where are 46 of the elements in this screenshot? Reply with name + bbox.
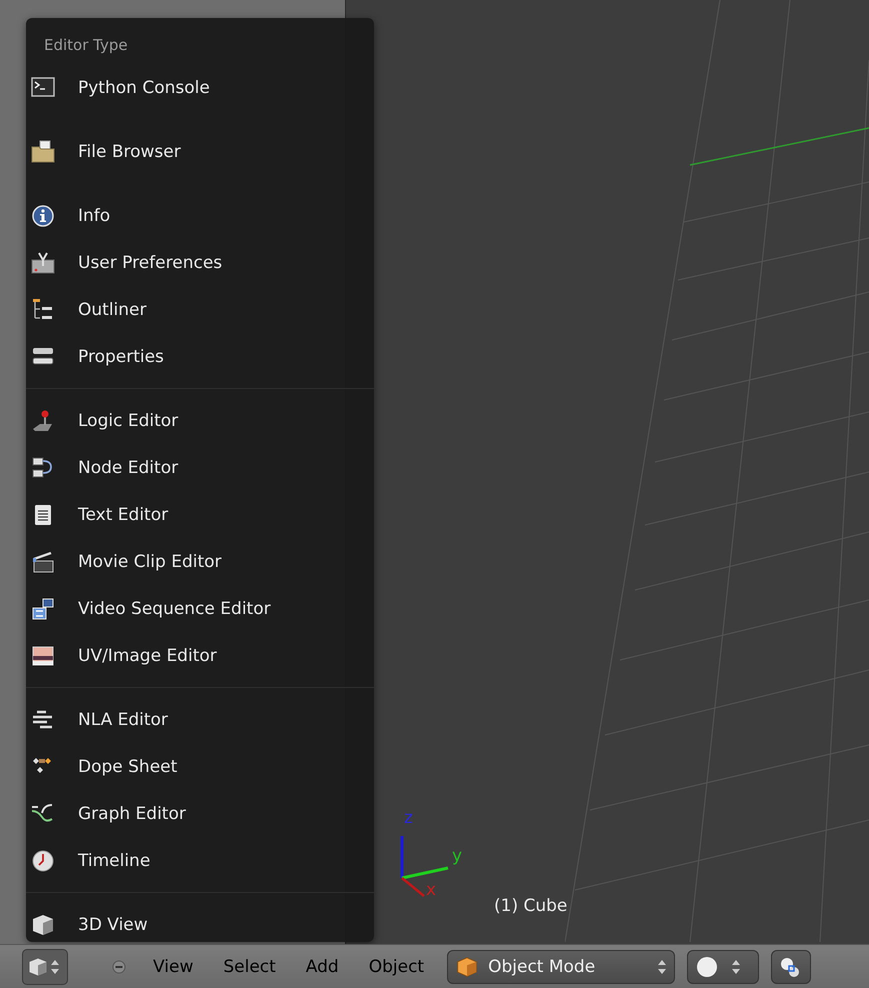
menu-item[interactable]: 3D View [26,901,374,944]
menu-item[interactable]: Text Editor [26,491,374,538]
pivot-icon [780,956,800,978]
shading-dropdown[interactable] [687,950,760,984]
menu-item[interactable]: Outliner [26,286,374,333]
folder-icon [30,138,56,164]
menu-item[interactable]: Graph Editor [26,790,374,837]
menu-item[interactable]: User Preferences [26,239,374,286]
menu-item[interactable]: File Browser [26,128,374,175]
menu-item[interactable]: Python Console [26,64,374,111]
pivot-dropdown[interactable] [771,950,812,984]
preferences-icon [30,250,56,276]
clock-icon [30,848,56,874]
z-axis-line [400,836,404,878]
cube-icon [27,956,49,978]
cube-icon [456,956,478,978]
collapse-icon[interactable] [112,960,126,974]
header-menu[interactable]: Object [354,956,440,976]
mode-dropdown[interactable]: Object Mode [447,950,676,984]
menu-item[interactable]: Info [26,192,374,239]
y-axis-line [402,866,448,880]
x-axis-line [401,877,425,897]
x-axis-label: x [426,882,436,899]
up-down-arrows-icon [51,958,59,974]
editor-type-button[interactable] [22,948,68,984]
header-menu[interactable]: Select [208,956,291,976]
up-down-arrows-icon [732,958,740,974]
z-axis-label: z [404,810,413,827]
film-icon [30,596,56,622]
header-menu[interactable]: Add [290,956,354,976]
menu-item[interactable]: Properties [26,333,374,380]
menu-title: Editor Type [43,35,129,56]
sphere-icon [696,956,718,978]
menu-item[interactable]: Dope Sheet [26,743,374,790]
up-down-arrows-icon [658,958,666,974]
active-object-label: (1) Cube [494,896,568,916]
menu-item[interactable]: Video Sequence Editor [26,585,374,632]
menu-item[interactable]: Node Editor [26,444,374,491]
header-menu[interactable]: View [138,956,208,976]
menu-item[interactable]: NLA Editor [26,696,374,743]
menu-item[interactable]: UV/Image Editor [26,632,374,679]
menu-item[interactable]: Logic Editor [26,397,374,444]
menu-item[interactable]: Timeline [26,837,374,884]
menu-item[interactable]: Movie Clip Editor [26,538,374,585]
y-axis-label: y [452,848,462,865]
info-icon [30,202,56,228]
